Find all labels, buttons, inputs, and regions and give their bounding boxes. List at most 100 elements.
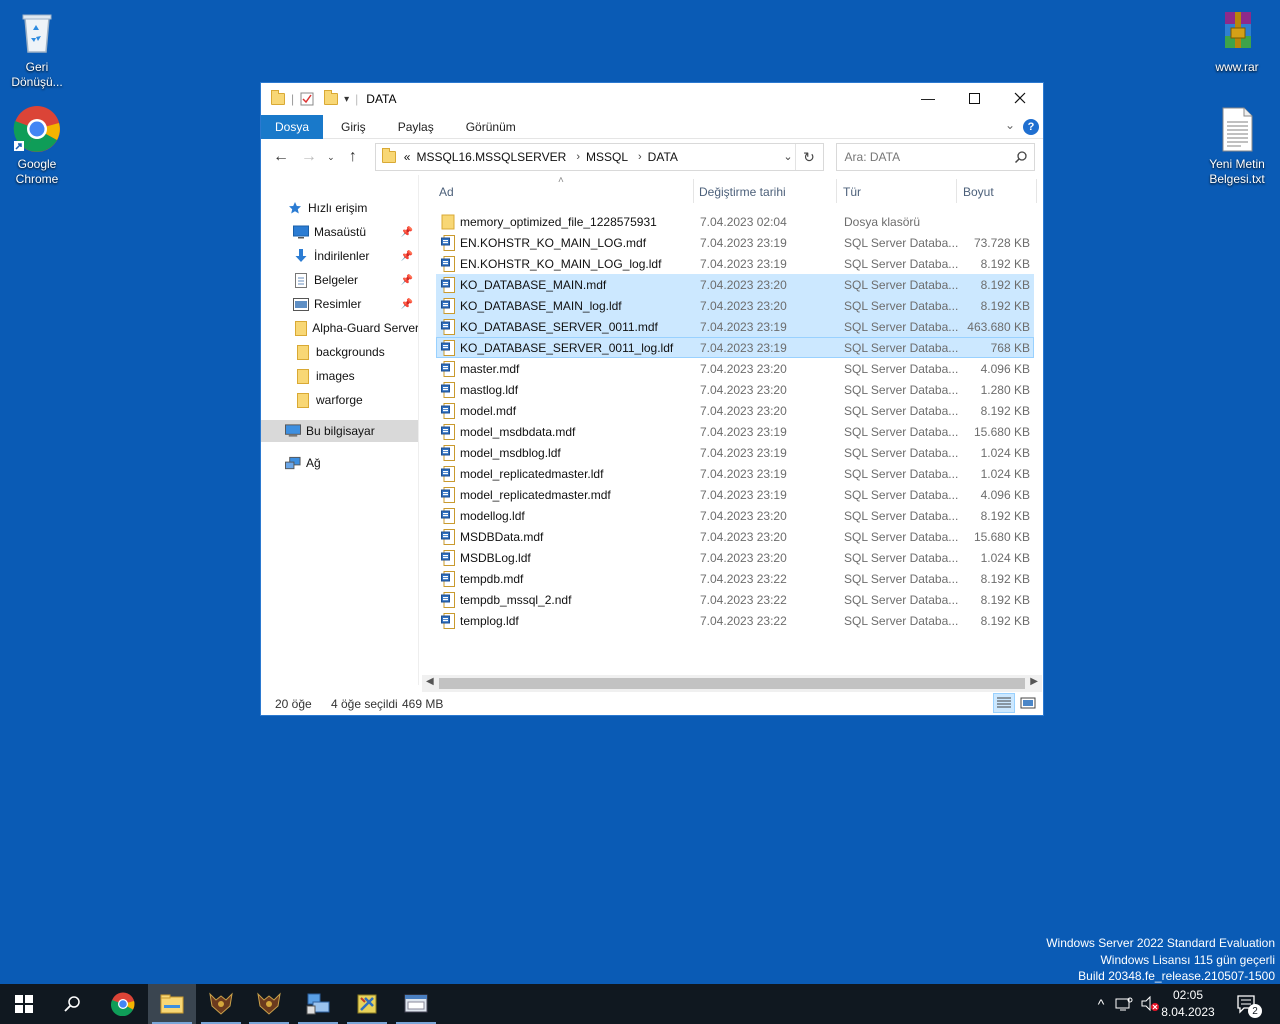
file-row[interactable]: model_msdbdata.mdf 7.04.2023 23:19 SQL Ser… bbox=[436, 421, 1034, 442]
taskbar-remote-app[interactable] bbox=[392, 984, 440, 1024]
customize-toolbar-icon[interactable]: ▾ bbox=[344, 94, 349, 105]
tab-file[interactable]: Dosya bbox=[261, 114, 324, 139]
file-row[interactable]: templog.ldf 7.04.2023 23:22 SQL Server Dat… bbox=[436, 610, 1034, 631]
file-row[interactable]: EN.KOHSTR_KO_MAIN_LOG_log.ldf 7.04.2023 2… bbox=[436, 253, 1034, 274]
help-icon[interactable]: ? bbox=[1023, 119, 1039, 135]
file-row[interactable]: KO_DATABASE_SERVER_0011_log.ldf 7.04.2023… bbox=[436, 337, 1034, 358]
breadcrumb-mssql[interactable]: MSSQL bbox=[586, 150, 628, 164]
nav-documents[interactable]: Belgeler 📌 bbox=[261, 269, 418, 291]
nav-network[interactable]: Ağ bbox=[261, 452, 418, 474]
nav-pictures[interactable]: Resimler 📌 bbox=[261, 293, 418, 315]
title-bar[interactable]: | ▾ | DATA — bbox=[261, 83, 1043, 115]
file-row[interactable]: KO_DATABASE_MAIN_log.ldf 7.04.2023 23:20 S… bbox=[436, 295, 1034, 316]
file-date: 7.04.2023 23:22 bbox=[700, 572, 787, 586]
nav-folder-images[interactable]: images bbox=[261, 365, 418, 387]
taskbar-game-app-2[interactable] bbox=[245, 984, 293, 1024]
file-row[interactable]: MSDBData.mdf 7.04.2023 23:20 SQL Server Da… bbox=[436, 526, 1034, 547]
minimize-button[interactable]: — bbox=[905, 83, 951, 113]
file-row[interactable]: MSDBLog.ldf 7.04.2023 23:20 SQL Server Dat… bbox=[436, 547, 1034, 568]
recent-locations-button[interactable]: ⌄ bbox=[325, 145, 337, 169]
breadcrumb-chevron-icon[interactable]: › bbox=[576, 151, 580, 163]
selection-size: 469 MB bbox=[402, 697, 444, 711]
nav-folder-alpha-guard[interactable]: Alpha-Guard Server bbox=[261, 317, 418, 339]
breadcrumb-chevron-icon[interactable]: › bbox=[638, 151, 642, 163]
refresh-button[interactable]: ↻ bbox=[794, 144, 823, 170]
address-history-chevron-icon[interactable]: ⌄ bbox=[783, 150, 792, 163]
scroll-right-icon[interactable]: ▶ bbox=[1030, 676, 1038, 687]
network-icon bbox=[1115, 997, 1133, 1011]
column-name[interactable]: Ad bbox=[439, 185, 454, 199]
file-row[interactable]: EN.KOHSTR_KO_MAIN_LOG.mdf 7.04.2023 23:19… bbox=[436, 232, 1034, 253]
column-type[interactable]: Tür bbox=[843, 185, 861, 199]
taskbar-chrome[interactable] bbox=[99, 984, 147, 1024]
taskbar-game-app-1[interactable] bbox=[197, 984, 245, 1024]
breadcrumb-mssql16[interactable]: MSSQL16.MSSQLSERVER bbox=[416, 150, 566, 164]
scrollbar-thumb[interactable] bbox=[439, 678, 1025, 689]
clock[interactable]: 02:05 8.04.2023 bbox=[1158, 987, 1218, 1021]
file-row[interactable]: master.mdf 7.04.2023 23:20 SQL Server Data… bbox=[436, 358, 1034, 379]
column-size[interactable]: Boyut bbox=[963, 185, 994, 199]
back-button[interactable]: ← bbox=[269, 145, 293, 169]
desktop-icon-text-document[interactable]: Yeni Metin Belgesi.txt bbox=[1200, 105, 1274, 187]
notification-center-button[interactable]: 2 bbox=[1236, 984, 1262, 1024]
nav-this-pc[interactable]: Bu bilgisayar bbox=[261, 420, 418, 442]
search-button[interactable] bbox=[48, 984, 96, 1024]
search-icon bbox=[1014, 151, 1027, 164]
horizontal-scrollbar[interactable]: ◀ ▶ bbox=[422, 675, 1042, 692]
nav-folder-backgrounds[interactable]: backgrounds bbox=[261, 341, 418, 363]
taskbar-server-manager[interactable] bbox=[294, 984, 342, 1024]
taskbar-tools-app[interactable] bbox=[343, 984, 391, 1024]
volume-tray-button[interactable] bbox=[1140, 984, 1160, 1024]
desktop-icon-google-chrome[interactable]: Google Chrome bbox=[0, 105, 74, 187]
file-row[interactable]: tempdb.mdf 7.04.2023 23:22 SQL Server Data… bbox=[436, 568, 1034, 589]
start-button[interactable] bbox=[0, 984, 48, 1024]
file-row[interactable]: KO_DATABASE_MAIN.mdf 7.04.2023 23:20 SQL S… bbox=[436, 274, 1034, 295]
forward-button[interactable]: → bbox=[297, 145, 321, 169]
file-row[interactable]: modellog.ldf 7.04.2023 23:20 SQL Server Da… bbox=[436, 505, 1034, 526]
breadcrumb-data[interactable]: DATA bbox=[648, 150, 678, 164]
breadcrumb-overflow[interactable]: « bbox=[404, 150, 411, 164]
file-type: Dosya klasörü bbox=[844, 215, 921, 229]
taskbar-file-explorer[interactable] bbox=[148, 984, 196, 1024]
file-row[interactable]: model_replicatedmaster.ldf 7.04.2023 23:1… bbox=[436, 463, 1034, 484]
properties-icon[interactable] bbox=[300, 92, 314, 106]
desktop-icon-recycle-bin[interactable]: Geri Dönüşü... bbox=[0, 8, 74, 90]
nav-quick-access[interactable]: Hızlı erişim bbox=[261, 197, 418, 219]
pictures-icon bbox=[293, 296, 309, 312]
network-tray-button[interactable] bbox=[1115, 984, 1133, 1024]
file-row[interactable]: model.mdf 7.04.2023 23:20 SQL Server Datab… bbox=[436, 400, 1034, 421]
file-row[interactable]: model_msdblog.ldf 7.04.2023 23:19 SQL Serv… bbox=[436, 442, 1034, 463]
nav-downloads[interactable]: İndirilenler 📌 bbox=[261, 245, 418, 267]
column-date[interactable]: Değiştirme tarihi bbox=[699, 185, 786, 199]
file-row[interactable]: mastlog.ldf 7.04.2023 23:20 SQL Server Dat… bbox=[436, 379, 1034, 400]
tab-home[interactable]: Giriş bbox=[327, 115, 380, 139]
document-icon bbox=[293, 272, 309, 288]
scroll-left-icon[interactable]: ◀ bbox=[426, 676, 434, 687]
file-row[interactable]: model_replicatedmaster.mdf 7.04.2023 23:1… bbox=[436, 484, 1034, 505]
file-size: 8.192 KB bbox=[980, 278, 1030, 292]
tab-view[interactable]: Görünüm bbox=[452, 115, 530, 139]
large-icons-view-button[interactable] bbox=[1017, 693, 1039, 713]
sql-database-file-icon bbox=[441, 571, 455, 587]
close-button[interactable] bbox=[997, 83, 1043, 113]
nav-desktop[interactable]: Masaüstü 📌 bbox=[261, 221, 418, 243]
file-name: MSDBData.mdf bbox=[460, 530, 544, 544]
new-folder-icon[interactable] bbox=[324, 90, 339, 105]
details-view-button[interactable] bbox=[993, 693, 1015, 713]
search-placeholder: Ara: DATA bbox=[844, 150, 901, 164]
file-row[interactable]: memory_optimized_file_1228575931 7.04.202… bbox=[436, 211, 1034, 232]
maximize-button[interactable] bbox=[951, 83, 997, 113]
tab-share[interactable]: Paylaş bbox=[384, 115, 448, 139]
file-row[interactable]: KO_DATABASE_SERVER_0011.mdf 7.04.2023 23:… bbox=[436, 316, 1034, 337]
address-bar[interactable]: « MSSQL16.MSSQLSERVER › MSSQL › DATA ⌄ ↻ bbox=[374, 143, 824, 171]
download-arrow-icon bbox=[293, 248, 309, 264]
expand-ribbon-icon[interactable]: ⌄ bbox=[1005, 118, 1015, 132]
desktop-icon-rar[interactable]: www.rar bbox=[1200, 8, 1274, 75]
up-button[interactable]: ↑ bbox=[341, 145, 365, 169]
folder-icon bbox=[381, 148, 396, 163]
show-hidden-icons-button[interactable]: ^ bbox=[1092, 984, 1110, 1024]
file-row[interactable]: tempdb_mssql_2.ndf 7.04.2023 23:22 SQL Ser… bbox=[436, 589, 1034, 610]
nav-folder-warforge[interactable]: warforge bbox=[261, 389, 418, 411]
search-box[interactable]: Ara: DATA bbox=[835, 143, 1036, 171]
sql-database-file-icon bbox=[441, 403, 455, 419]
